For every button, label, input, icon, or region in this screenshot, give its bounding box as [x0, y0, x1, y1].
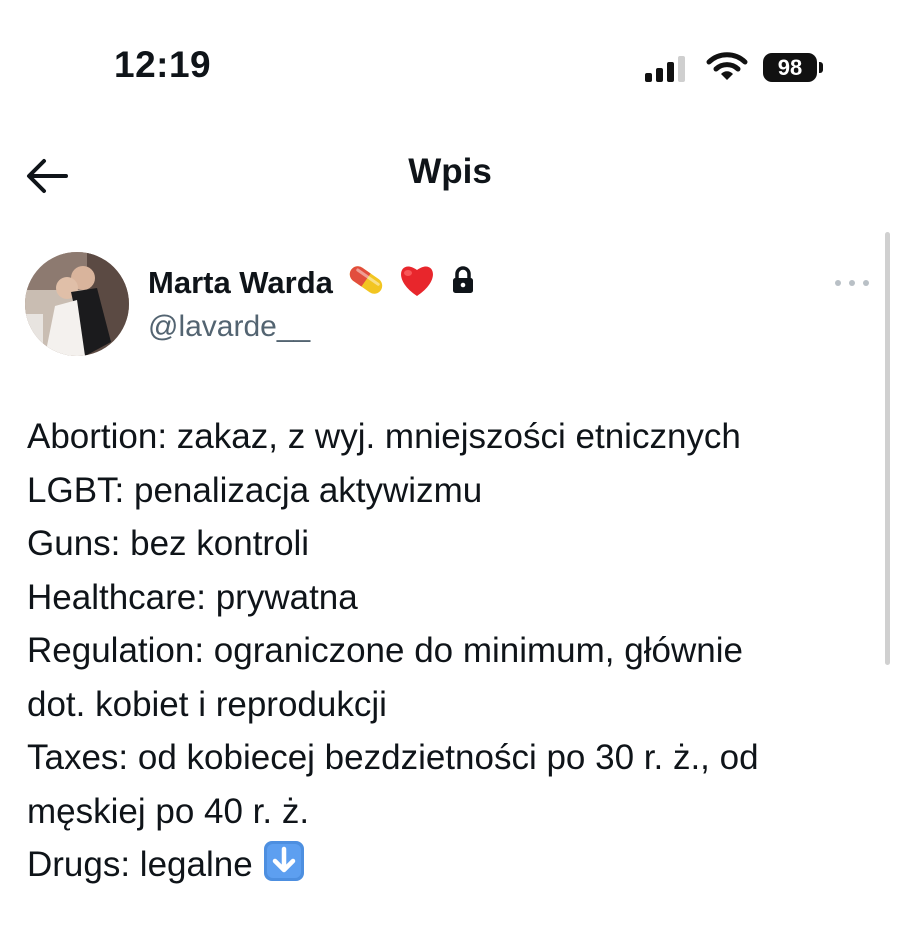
post-line: męskiej po 40 r. ż.: [27, 791, 310, 831]
status-time: 12:19: [114, 44, 212, 85]
avatar-photo: [25, 252, 129, 356]
display-name-row: Marta Warda: [148, 262, 475, 303]
post-line-last: Drugs: legalne: [27, 838, 877, 898]
avatar[interactable]: [25, 252, 129, 356]
post-line: Abortion: zakaz, z wyj. mniejszości etni…: [27, 417, 741, 456]
battery-cap: [819, 62, 823, 73]
post-line: dot. kobiet i reprodukcji: [27, 684, 387, 724]
post-author-header: Marta Warda @lavarde__: [0, 240, 900, 360]
page-title: Wpis: [408, 152, 492, 191]
wifi-icon: [706, 52, 748, 80]
down-arrow-icon: [263, 840, 305, 898]
post-text: Abortion: zakaz, z wyj. mniejszości etni…: [27, 410, 877, 898]
post-line: Taxes: od kobiecej bezdzietności po 30 r…: [27, 738, 759, 777]
pill-icon: [345, 262, 387, 303]
post-line: LGBT: penalizacja aktywizmu: [27, 470, 483, 510]
scrollbar[interactable]: [885, 232, 890, 665]
post-line: Guns: bez kontroli: [27, 524, 310, 563]
battery-indicator: 98: [763, 53, 817, 82]
lock-icon: [451, 265, 475, 300]
heart-icon: [397, 262, 437, 303]
user-handle[interactable]: @lavarde__: [148, 310, 310, 344]
more-options-button[interactable]: [833, 272, 873, 292]
navigation-bar: Wpis: [0, 130, 900, 220]
post-line: Drugs: legalne: [27, 845, 253, 884]
status-bar: 12:19 98: [0, 0, 900, 130]
display-name[interactable]: Marta Warda: [148, 265, 333, 301]
post-line: Healthcare: prywatna: [27, 577, 358, 617]
post-line: Regulation: ograniczone do minimum, głów…: [27, 631, 743, 670]
cellular-signal-icon: [645, 56, 687, 82]
